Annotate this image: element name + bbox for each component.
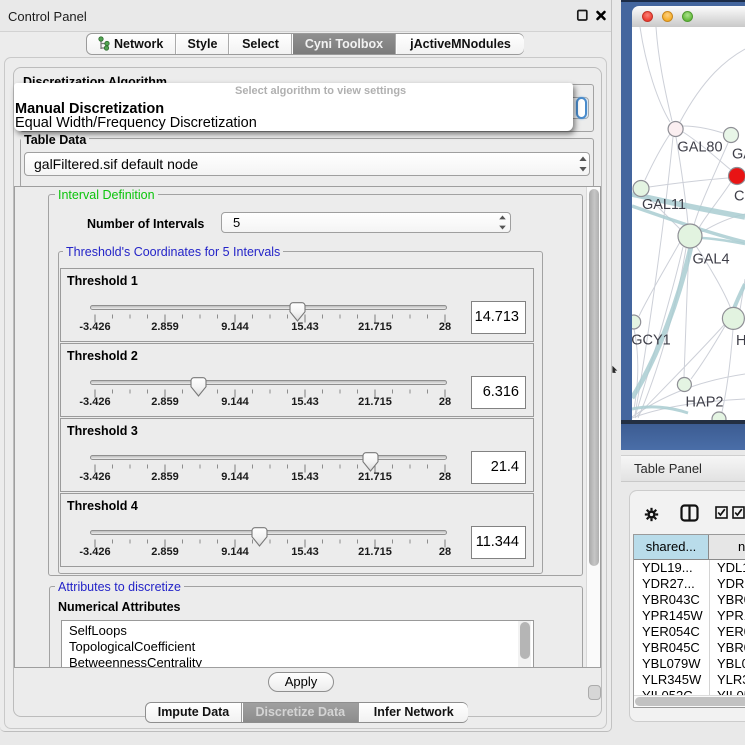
svg-text:GAL11: GAL11 [642,197,686,213]
svg-text:GAL4: GAL4 [692,252,729,268]
svg-text:GCY1: GCY1 [632,333,671,349]
svg-text:GAL80: GAL80 [677,140,722,156]
svg-text:C: C [734,189,744,205]
svg-text:GA: GA [732,147,745,163]
svg-text:HA: HA [736,333,745,349]
svg-text:HAP2: HAP2 [686,395,724,411]
